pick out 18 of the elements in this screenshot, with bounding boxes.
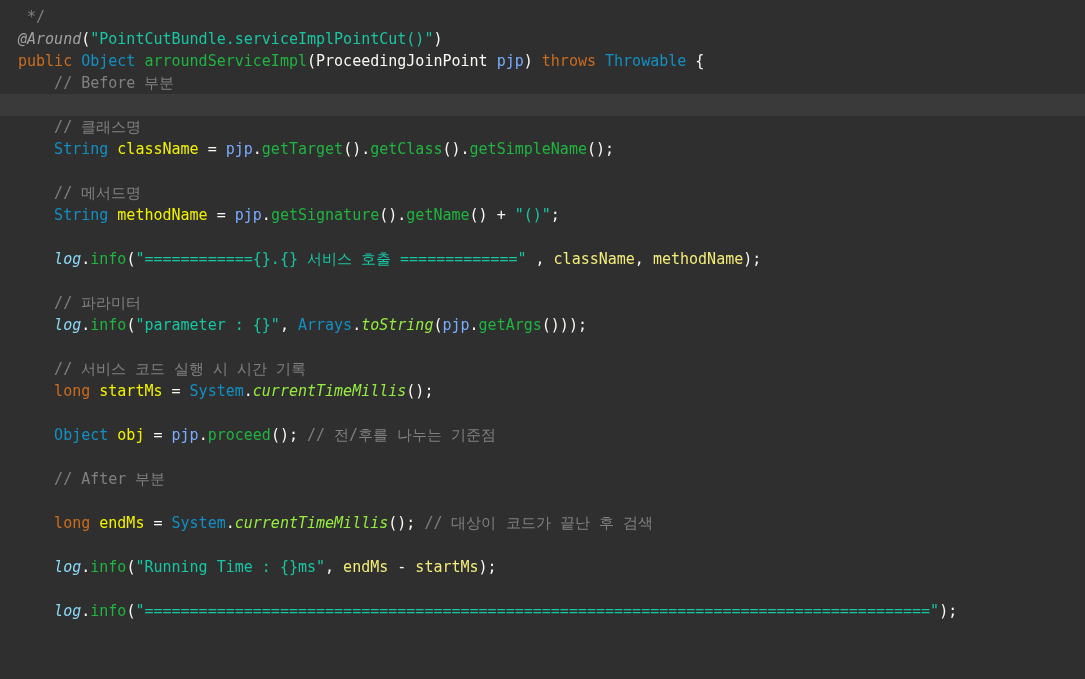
code-line: // Before 부분 [53, 73, 176, 94]
code-line: String methodName = pjp.getSignature().getName() + "()"; [53, 205, 561, 226]
code-line: // 메서드명 [53, 183, 143, 204]
code-line: log.info("======================================================================================="); [53, 601, 959, 622]
code-line: long endMs = System.currentTimeMillis(); // 대상이 코드가 끝난 후 검색 [53, 513, 654, 534]
code-line: Object obj = pjp.proceed(); // 전/후를 나누는 기준점 [53, 425, 498, 446]
code-line: public Object arroundServiceImpl(ProceedingJoinPoint pjp) throws Throwable { [17, 51, 706, 72]
code-line: log.info("Running Time : {}ms", endMs - startMs); [53, 557, 498, 578]
code-line: long startMs = System.currentTimeMillis(); [53, 381, 435, 402]
code-line: log.info("============{}.{} 서비스 호출 =============" , className, methodName); [53, 249, 763, 270]
code-line: // After 부분 [53, 469, 167, 490]
code-line: log.info("parameter : {}", Arrays.toString(pjp.getArgs())); [53, 315, 588, 336]
code-line: // 파라미터 [53, 293, 143, 314]
code-line: @Around("PointCutBundle.serviceImplPointCut()") [16, 29, 444, 50]
code-line: // 서비스 코드 실행 시 시간 기록 [53, 359, 308, 380]
code-line: // 클래스명 [53, 117, 143, 138]
code-line: */ [26, 7, 47, 28]
code-line: String className = pjp.getTarget().getClass().getSimpleName(); [53, 139, 616, 160]
